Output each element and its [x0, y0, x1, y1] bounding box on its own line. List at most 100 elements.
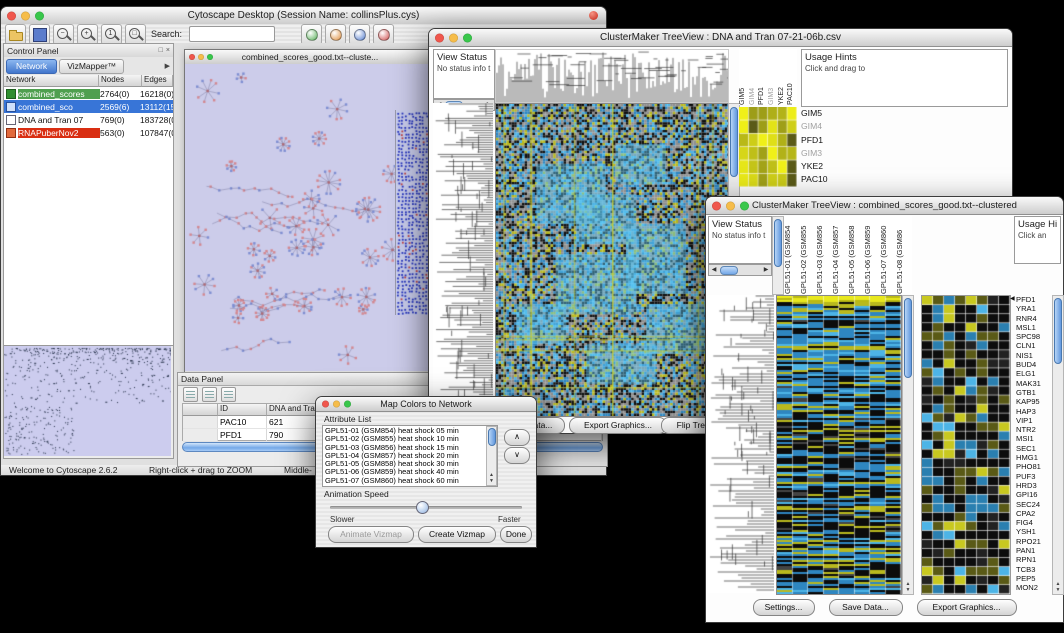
- tab-overflow-icon[interactable]: ▶: [165, 62, 170, 70]
- network-table-header[interactable]: Network Nodes Edges: [4, 75, 173, 87]
- move-up-button[interactable]: ∧: [504, 429, 530, 446]
- plugin-red-icon[interactable]: [373, 24, 394, 45]
- zoom-button[interactable]: [207, 54, 213, 60]
- search-input[interactable]: [189, 26, 275, 42]
- tv1-row-dendrogram[interactable]: [433, 103, 493, 415]
- tv1-column-dendrogram-canvas[interactable]: [496, 50, 728, 102]
- tv2-gene-vscroll-thumb[interactable]: [1054, 298, 1062, 364]
- tv2-row-dendrogram[interactable]: [708, 295, 774, 593]
- float-panel-icon[interactable]: □: [159, 47, 163, 55]
- tv2-save-data-button[interactable]: Save Data...: [829, 599, 903, 616]
- col-id[interactable]: ID: [218, 404, 267, 416]
- zoom-fit-icon[interactable]: □: [125, 24, 146, 45]
- plugin-green-icon[interactable]: [301, 24, 322, 45]
- tv2-settings-button[interactable]: Settings...: [753, 599, 815, 616]
- tv2-heatmap[interactable]: [776, 295, 902, 595]
- tv1-zoom-matrix-canvas[interactable]: [739, 107, 797, 187]
- scroll-thumb[interactable]: [720, 266, 738, 275]
- minimize-button[interactable]: [21, 11, 30, 20]
- zoom-gene-label: YKE2: [801, 160, 845, 173]
- close-button[interactable]: [7, 11, 16, 20]
- network-edges: 16218(0): [140, 89, 173, 99]
- tv2-zoom-heatmap[interactable]: [921, 295, 1011, 595]
- minimize-button[interactable]: [449, 33, 458, 42]
- scroll-down-icon[interactable]: ▼: [1053, 588, 1063, 593]
- col-edges[interactable]: Edges: [142, 75, 173, 87]
- animate-vizmap-button[interactable]: Animate Vizmap: [328, 526, 414, 543]
- create-vizmap-button[interactable]: Create Vizmap: [418, 526, 496, 543]
- gene-label: PFD1: [1016, 295, 1054, 304]
- attribute-list-item[interactable]: GPL51-07 (GSM860) heat shock 60 min: [323, 477, 487, 485]
- plugin-blue-icon[interactable]: [349, 24, 370, 45]
- tab-vizmapper[interactable]: VizMapper™: [59, 59, 124, 74]
- tv2-button-row: Settings... Save Data... Export Graphics..…: [706, 599, 1063, 615]
- close-button[interactable]: [322, 401, 329, 408]
- tv1-zoom-matrix[interactable]: [739, 107, 797, 187]
- zoom-button[interactable]: [463, 33, 472, 42]
- col-nodes[interactable]: Nodes: [99, 75, 142, 87]
- tv1-row-dendrogram-canvas[interactable]: [433, 103, 493, 415]
- tv1-heatmap-canvas[interactable]: [496, 104, 728, 416]
- zoom-actual-icon[interactable]: 1: [101, 24, 122, 45]
- network-table-row[interactable]: combined_sco2569(6)13112(15): [4, 100, 173, 113]
- move-down-button[interactable]: ∨: [504, 447, 530, 464]
- network-overview-canvas[interactable]: [4, 346, 171, 456]
- zoom-in-icon[interactable]: +: [77, 24, 98, 45]
- dialog-titlebar[interactable]: Map Colors to Network: [316, 397, 536, 412]
- tv2-label-vscroll-thumb[interactable]: [774, 219, 782, 267]
- attribute-list-scrollbar[interactable]: ▲ ▼: [486, 426, 497, 486]
- close-button[interactable]: [189, 54, 195, 60]
- tv2-vscroll-thumb[interactable]: [904, 298, 912, 378]
- minimize-button[interactable]: [726, 201, 735, 210]
- network-table-row[interactable]: RNAPuberNov2563(0)107847(0): [4, 126, 173, 139]
- tv1-vscroll-thumb[interactable]: [730, 107, 738, 177]
- minimize-button[interactable]: [198, 54, 204, 60]
- tv2-zoom-heatmap-canvas[interactable]: [922, 296, 1010, 594]
- tab-network[interactable]: Network: [6, 59, 57, 74]
- tv2-titlebar[interactable]: ClusterMaker TreeView : combined_scores_…: [706, 197, 1063, 215]
- tv1-heatmap[interactable]: [495, 103, 729, 417]
- tv2-row-dendrogram-canvas[interactable]: [708, 295, 774, 593]
- tv2-vscrollbar[interactable]: ▲ ▼: [902, 295, 914, 595]
- attribute-table-icon[interactable]: [202, 387, 217, 402]
- network-table-row[interactable]: DNA and Tran 07769(0)183728(0): [4, 113, 173, 126]
- network-view-titlebar[interactable]: combined_scores_good.txt--cluste...: [185, 50, 435, 65]
- col-network[interactable]: Network: [4, 75, 99, 87]
- tv2-heatmap-canvas[interactable]: [777, 296, 901, 594]
- zoom-button[interactable]: [35, 11, 44, 20]
- tv2-gene-vscrollbar[interactable]: ▲ ▼: [1052, 295, 1064, 595]
- gene-label: YSH1: [1016, 527, 1054, 536]
- tv2-label-vscrollbar[interactable]: [772, 216, 784, 295]
- scroll-down-icon[interactable]: ▼: [903, 588, 913, 593]
- done-button[interactable]: Done: [500, 526, 532, 543]
- minimize-button[interactable]: [333, 401, 340, 408]
- tv1-export-graphics-button[interactable]: Export Graphics...: [569, 417, 667, 434]
- tv1-titlebar[interactable]: ClusterMaker TreeView : DNA and Tran 07-…: [429, 29, 1012, 47]
- close-button[interactable]: [712, 201, 721, 210]
- attribute-select-icon[interactable]: [183, 387, 198, 402]
- scroll-down-icon[interactable]: ▼: [487, 479, 496, 484]
- tv2-export-graphics-button[interactable]: Export Graphics...: [917, 599, 1017, 616]
- zoom-button[interactable]: [740, 201, 749, 210]
- zoom-button[interactable]: [344, 401, 351, 408]
- main-titlebar[interactable]: Cytoscape Desktop (Session Name: collins…: [1, 7, 606, 25]
- tv2-mini-hscroll[interactable]: ◀ ▶: [708, 264, 772, 276]
- attribute-listbox[interactable]: GPL51-01 (GSM854) heat shock 05 minGPL51…: [322, 425, 498, 487]
- control-panel-header[interactable]: Control Panel □ ×: [4, 44, 173, 58]
- slider-thumb[interactable]: [416, 501, 429, 514]
- gene-label: PEP5: [1016, 574, 1054, 583]
- network-overview[interactable]: [4, 345, 173, 458]
- scroll-left-icon[interactable]: ◀: [709, 266, 719, 275]
- open-session-icon[interactable]: [5, 24, 26, 45]
- close-panel-icon[interactable]: ×: [166, 47, 170, 55]
- save-session-icon[interactable]: [29, 24, 50, 45]
- scroll-right-icon[interactable]: ▶: [761, 266, 771, 275]
- plugin-orange-icon[interactable]: [325, 24, 346, 45]
- animation-speed-slider[interactable]: [330, 501, 522, 513]
- attribute-list-scroll-thumb[interactable]: [488, 428, 496, 446]
- attribute-matrix-icon[interactable]: [221, 387, 236, 402]
- network-table-row[interactable]: combined_scores2764(0)16218(0): [4, 87, 173, 100]
- close-button[interactable]: [435, 33, 444, 42]
- zoom-out-icon[interactable]: −: [53, 24, 74, 45]
- tv1-column-dendrogram[interactable]: [495, 49, 729, 103]
